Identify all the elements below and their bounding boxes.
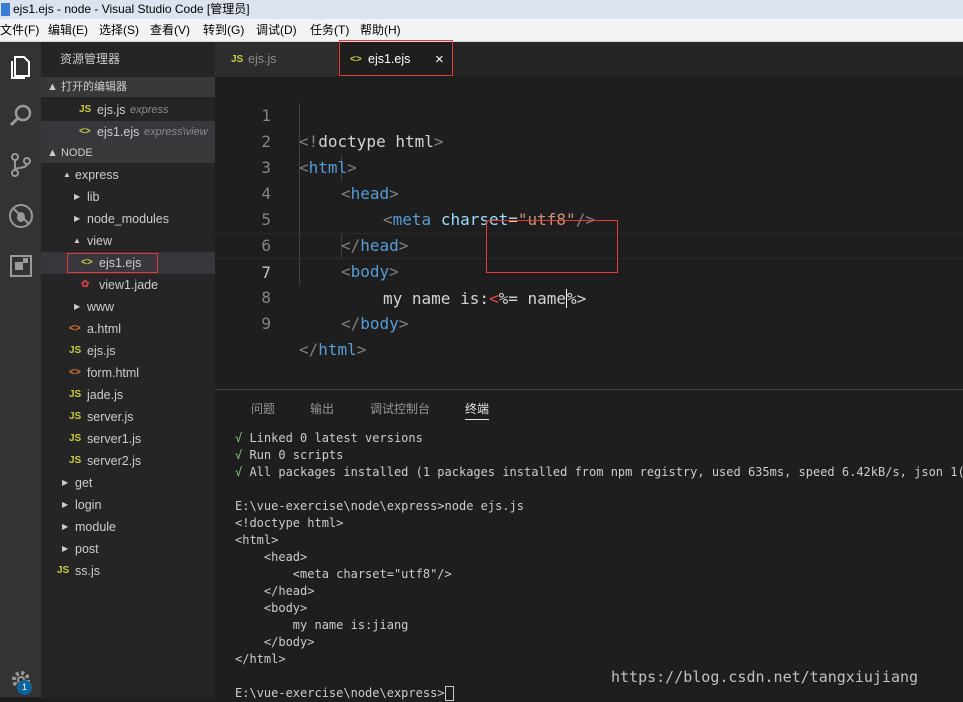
tree-folder[interactable]: ▶ lib	[41, 186, 215, 208]
js-file-icon: JS	[69, 411, 82, 422]
open-editor-item[interactable]: JS ejs.js express	[41, 99, 215, 121]
editor-tabs: JS ejs.js <> ejs1.ejs ×	[215, 42, 963, 77]
tree-folder[interactable]: ▶ login	[41, 494, 215, 516]
terminal-line: my name is:jiang	[235, 618, 409, 632]
js-file-icon: JS	[69, 455, 82, 466]
code-line: 3 <head>	[261, 158, 399, 203]
title-bar: ejs1.ejs - node - Visual Studio Code [管理…	[0, 0, 963, 19]
html-file-icon: <>	[69, 323, 81, 334]
tree-folder[interactable]: ▶ get	[41, 472, 215, 494]
folder-node-header[interactable]: ▲ NODE	[41, 143, 215, 163]
terminal-line: <body>	[235, 601, 308, 615]
vscode-logo-icon	[1, 3, 10, 16]
highlight-box	[339, 40, 453, 76]
tree-file[interactable]: <> a.html	[41, 318, 215, 340]
terminal-line: √ Linked 0 latest versions	[235, 431, 423, 445]
search-icon[interactable]	[4, 99, 37, 132]
terminal-line: E:\vue-exercise\node\express>node ejs.js	[235, 499, 524, 513]
bottom-panel: 问题 输出 调试控制台 终端 √ Linked 0 latest version…	[215, 389, 963, 701]
ejs-file-icon: <>	[79, 126, 91, 137]
explorer-title: 资源管理器	[60, 52, 121, 66]
js-file-icon: JS	[69, 433, 82, 444]
tree-file[interactable]: JS server1.js	[41, 428, 215, 450]
terminal-line: <!doctype html>	[235, 516, 344, 530]
extensions-icon[interactable]	[4, 249, 37, 282]
menu-file[interactable]: 文件(F)	[0, 19, 39, 41]
terminal-line: <html>	[235, 533, 279, 547]
menu-tasks[interactable]: 任务(T)	[310, 19, 349, 41]
tree-file[interactable]: JS server2.js	[41, 450, 215, 472]
code-line: 4 <meta charset="utf8"/>	[261, 184, 595, 229]
debug-icon[interactable]	[4, 199, 37, 232]
menu-edit[interactable]: 编辑(E)	[48, 19, 88, 41]
terminal-line: <meta charset="utf8"/>	[235, 567, 452, 581]
tab-output[interactable]: 输出	[310, 400, 334, 417]
tree-file[interactable]: <> form.html	[41, 362, 215, 384]
highlight-box	[67, 253, 158, 273]
tree-folder[interactable]: ▶ www	[41, 296, 215, 318]
terminal-line: E:\vue-exercise\node\express>	[235, 685, 454, 702]
js-file-icon: JS	[231, 54, 244, 65]
open-editors-header[interactable]: ▲ 打开的编辑器	[41, 77, 215, 97]
tab-ejs-js[interactable]: JS ejs.js	[215, 42, 338, 77]
terminal-line: √ Run 0 scripts	[235, 448, 344, 462]
terminal-line: <head>	[235, 550, 308, 564]
tree-folder[interactable]: ▲ view	[41, 230, 215, 252]
tree-folder[interactable]: ▲ express	[41, 164, 215, 186]
tree-file[interactable]: JS ejs.js	[41, 340, 215, 362]
menu-help[interactable]: 帮助(H)	[360, 19, 401, 41]
menu-selection[interactable]: 选择(S)	[99, 19, 139, 41]
highlight-box	[486, 220, 618, 273]
jade-file-icon: ✿	[81, 279, 90, 290]
html-file-icon: <>	[69, 367, 81, 378]
tree-file[interactable]: JS server.js	[41, 406, 215, 428]
source-control-icon[interactable]	[4, 148, 37, 181]
files-icon[interactable]	[4, 50, 37, 83]
menu-view[interactable]: 查看(V)	[150, 19, 190, 41]
tab-terminal[interactable]: 终端	[465, 400, 490, 420]
js-file-icon: JS	[79, 104, 92, 115]
terminal-cursor	[444, 686, 454, 701]
terminal-line: </body>	[235, 635, 315, 649]
tree-folder[interactable]: ▶ node_modules	[41, 208, 215, 230]
notification-badge[interactable]: 1	[17, 680, 32, 695]
tree-folder[interactable]: ▶ post	[41, 538, 215, 560]
terminal-line: </html>	[235, 652, 286, 666]
terminal-line: </head>	[235, 584, 315, 598]
menu-goto[interactable]: 转到(G)	[203, 19, 244, 41]
window-title: ejs1.ejs - node - Visual Studio Code [管理…	[13, 2, 250, 16]
tree-file[interactable]: JS ss.js	[41, 560, 215, 582]
open-editor-item-active[interactable]: <> ejs1.ejs express\view	[41, 121, 215, 143]
tab-problems[interactable]: 问题	[251, 400, 275, 417]
tree-file[interactable]: JS jade.js	[41, 384, 215, 406]
tree-folder[interactable]: ▶ module	[41, 516, 215, 538]
js-file-icon: JS	[69, 345, 82, 356]
tab-debug-console[interactable]: 调试控制台	[370, 400, 430, 417]
terminal-line: √ All packages installed (1 packages ins…	[235, 465, 963, 479]
js-file-icon: JS	[69, 389, 82, 400]
code-line: 2 <html>	[261, 132, 357, 177]
code-line: 1 <!doctype html>	[261, 106, 444, 151]
code-line: 9 </html>	[261, 314, 367, 359]
tree-file[interactable]: ✿ view1.jade	[41, 274, 215, 296]
activity-bar	[0, 42, 41, 697]
menu-bar: 文件(F) 编辑(E) 选择(S) 查看(V) 转到(G) 调试(D) 任务(T…	[0, 19, 963, 42]
menu-debug[interactable]: 调试(D)	[256, 19, 297, 41]
js-file-icon: JS	[57, 565, 70, 576]
code-line: 5 </head>	[261, 210, 409, 255]
watermark: https://blog.csdn.net/tangxiujiang	[611, 668, 919, 686]
explorer-sidebar: 资源管理器 ▲ 打开的编辑器 JS ejs.js express <> ejs1…	[41, 42, 215, 697]
